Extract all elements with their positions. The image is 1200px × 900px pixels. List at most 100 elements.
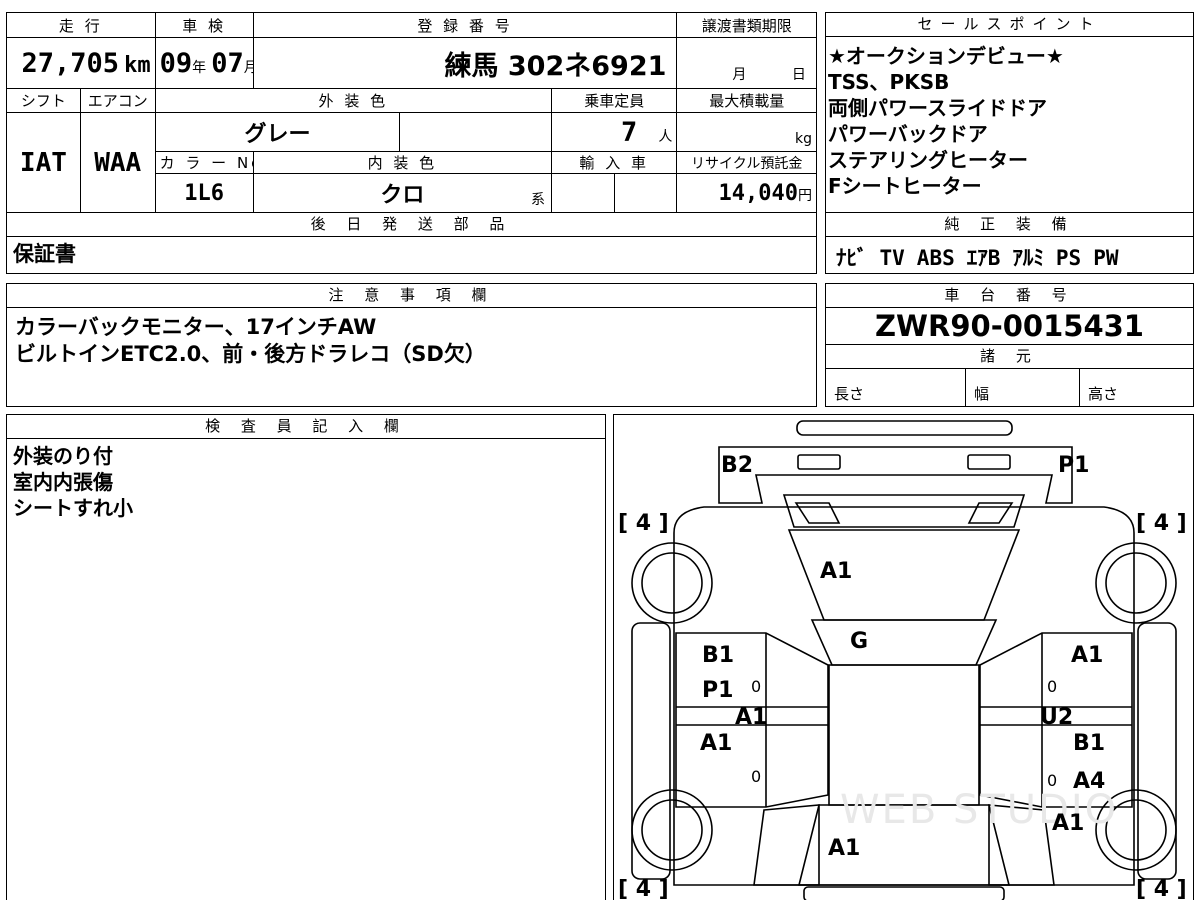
mark-rear-right: P1	[1058, 453, 1090, 478]
later-parts-box: 後 日 発 送 部 品 保証書	[6, 212, 817, 274]
genuine-equipment-header: 純 正 装 備	[826, 213, 1193, 237]
chassis-number: ZWR90-0015431	[826, 308, 1193, 345]
specs-header: 諸 元	[826, 345, 1193, 369]
max-load-unit: kg	[795, 131, 812, 148]
shaken-cell: 09年 07月	[154, 37, 254, 90]
capacity-header: 乗車定員	[551, 88, 678, 114]
spec-length: 長さ	[826, 369, 966, 406]
interior-color-value: クロ	[380, 183, 425, 209]
shaken-year-unit: 年	[192, 59, 207, 76]
recycle-unit: 円	[798, 187, 812, 204]
note-line: カラーバックモニター、17インチAW	[15, 315, 377, 339]
vehicle-diagram-box: WEB STUDIO [ 4 ] [ 4 ] [ 4 ] [ 4 ] B2 P1…	[613, 414, 1194, 900]
registration-cell: 練馬 302ネ6921	[252, 37, 678, 90]
mark-left-front: A1	[700, 731, 733, 756]
zero-mark: 0	[1047, 677, 1058, 696]
later-parts-header: 後 日 発 送 部 品	[7, 213, 816, 237]
color-no-header: カ ラ ー No.	[154, 151, 254, 175]
equipment-item: ｴｱB	[966, 246, 1001, 270]
mileage-unit: km	[124, 52, 151, 78]
specs-row: 長さ 幅 高さ	[826, 369, 1193, 406]
zero-mark: 0	[1047, 771, 1058, 790]
tire-rear-right-label: [ 4 ]	[1136, 511, 1187, 536]
sales-point-line: 両側パワースライドドア	[828, 96, 1047, 120]
note-line: ビルトインETC2.0、前・後方ドラレコ（SD欠）	[15, 342, 486, 366]
color-no-cell: 1L6	[154, 173, 254, 213]
notes-header: 注 意 事 項 欄	[7, 284, 816, 308]
max-load-cell: kg	[676, 112, 817, 153]
import-cell-b	[613, 173, 678, 213]
exterior-color-extra	[399, 112, 553, 153]
mark-rear-glass: A1	[820, 559, 853, 584]
vehicle-info-table: 走 行 車 検 登 録 番 号 譲渡書類期限 27,705 km 09年 07月…	[6, 11, 817, 213]
shaken-year: 09	[159, 47, 193, 79]
mark-hood: A1	[828, 836, 861, 861]
inspector-line: シートすれ小	[13, 496, 133, 520]
later-parts-value: 保証書	[13, 242, 76, 266]
notes-box: 注 意 事 項 欄 カラーバックモニター、17インチAW ビルトインETC2.0…	[6, 283, 817, 407]
equipment-item: PS	[1055, 246, 1082, 270]
tire-rear-left-label: [ 4 ]	[618, 511, 669, 536]
equipment-item: TV	[879, 246, 905, 270]
mark-right-rear: A1	[1071, 643, 1104, 668]
shift-header: シフト	[6, 88, 81, 114]
mark-left-b1: B1	[702, 643, 735, 668]
spec-width: 幅	[966, 369, 1080, 406]
equipment-item: ﾅﾋﾞ	[836, 246, 868, 270]
mark-right-center: U2	[1040, 705, 1074, 730]
mileage-header: 走 行	[6, 11, 156, 39]
transfer-deadline-cell: 月 日	[676, 37, 817, 90]
genuine-equipment-list: ﾅﾋﾞ TV ABS ｴｱB ｱﾙﾐ PS PW	[826, 237, 1193, 277]
spec-height: 高さ	[1088, 385, 1119, 403]
tire-front-right-label: [ 4 ]	[1136, 877, 1187, 900]
shaken-month-unit: 月	[244, 60, 252, 76]
equipment-item: ABS	[916, 246, 955, 270]
mark-right-a4: A4	[1073, 769, 1106, 794]
sales-point-line: パワーバックドア	[828, 122, 988, 146]
inspector-body: 外装のり付 室内内張傷 シートすれ小	[7, 439, 605, 525]
equipment-item: PW	[1093, 246, 1119, 270]
aircon-value: WAA	[94, 147, 142, 178]
mark-right-b1: B1	[1073, 731, 1106, 756]
exterior-color-value: グレー	[244, 122, 311, 148]
mark-left-p1: P1	[702, 678, 734, 703]
inspector-line: 室内内張傷	[13, 470, 113, 494]
zero-mark: 0	[751, 677, 762, 696]
mark-right-fender: A1	[1052, 811, 1085, 836]
recycle-value: 14,040	[718, 180, 798, 206]
sales-point-line: TSS、PKSB	[828, 70, 950, 94]
shaken-header: 車 検	[154, 11, 254, 39]
max-load-header: 最大積載量	[676, 88, 817, 114]
transfer-day-unit: 日	[791, 67, 806, 84]
registration-header: 登 録 番 号	[252, 11, 678, 39]
notes-body: カラーバックモニター、17インチAW ビルトインETC2.0、前・後方ドラレコ（…	[7, 308, 816, 374]
chassis-header: 車 台 番 号	[826, 284, 1193, 308]
import-cell-a	[551, 173, 615, 213]
sales-point-line: Fシートヒーター	[828, 174, 982, 198]
color-no-value: 1L6	[184, 180, 225, 206]
genuine-equipment-box: 純 正 装 備 ﾅﾋﾞ TV ABS ｴｱB ｱﾙﾐ PS PW	[825, 212, 1194, 274]
exterior-color-header: 外 装 色	[154, 88, 553, 114]
mileage-value: 27,705	[21, 47, 120, 79]
capacity-value: 7	[621, 116, 638, 148]
exterior-color-cell: グレー	[154, 112, 401, 153]
sales-point-line: ★オークションデビュー★	[828, 44, 1064, 68]
chassis-box: 車 台 番 号 ZWR90-0015431 諸 元 長さ 幅 高さ	[825, 283, 1194, 407]
tire-front-left-label: [ 4 ]	[618, 877, 669, 900]
recycle-cell: 14,040円	[676, 173, 817, 213]
inspector-header: 検 査 員 記 入 欄	[7, 415, 605, 439]
sales-point-line: ステアリングヒーター	[828, 148, 1028, 172]
mark-rear-left: B2	[721, 453, 754, 478]
sales-points-list: ★オークションデビュー★ TSS、PKSB 両側パワースライドドア パワーバック…	[826, 37, 1193, 205]
mark-roof: G	[850, 629, 869, 654]
capacity-unit: 人	[658, 128, 673, 145]
interior-color-header: 内 装 色	[252, 151, 553, 175]
shift-cell: IAT	[6, 112, 81, 213]
mark-left-center: A1	[735, 705, 768, 730]
aircon-header: エアコン	[79, 88, 156, 114]
interior-color-suffix: 系	[531, 192, 546, 208]
zero-mark: 0	[751, 767, 762, 786]
shift-value: IAT	[19, 147, 67, 178]
aircon-cell: WAA	[79, 112, 156, 213]
mileage-cell: 27,705 km	[6, 37, 156, 90]
